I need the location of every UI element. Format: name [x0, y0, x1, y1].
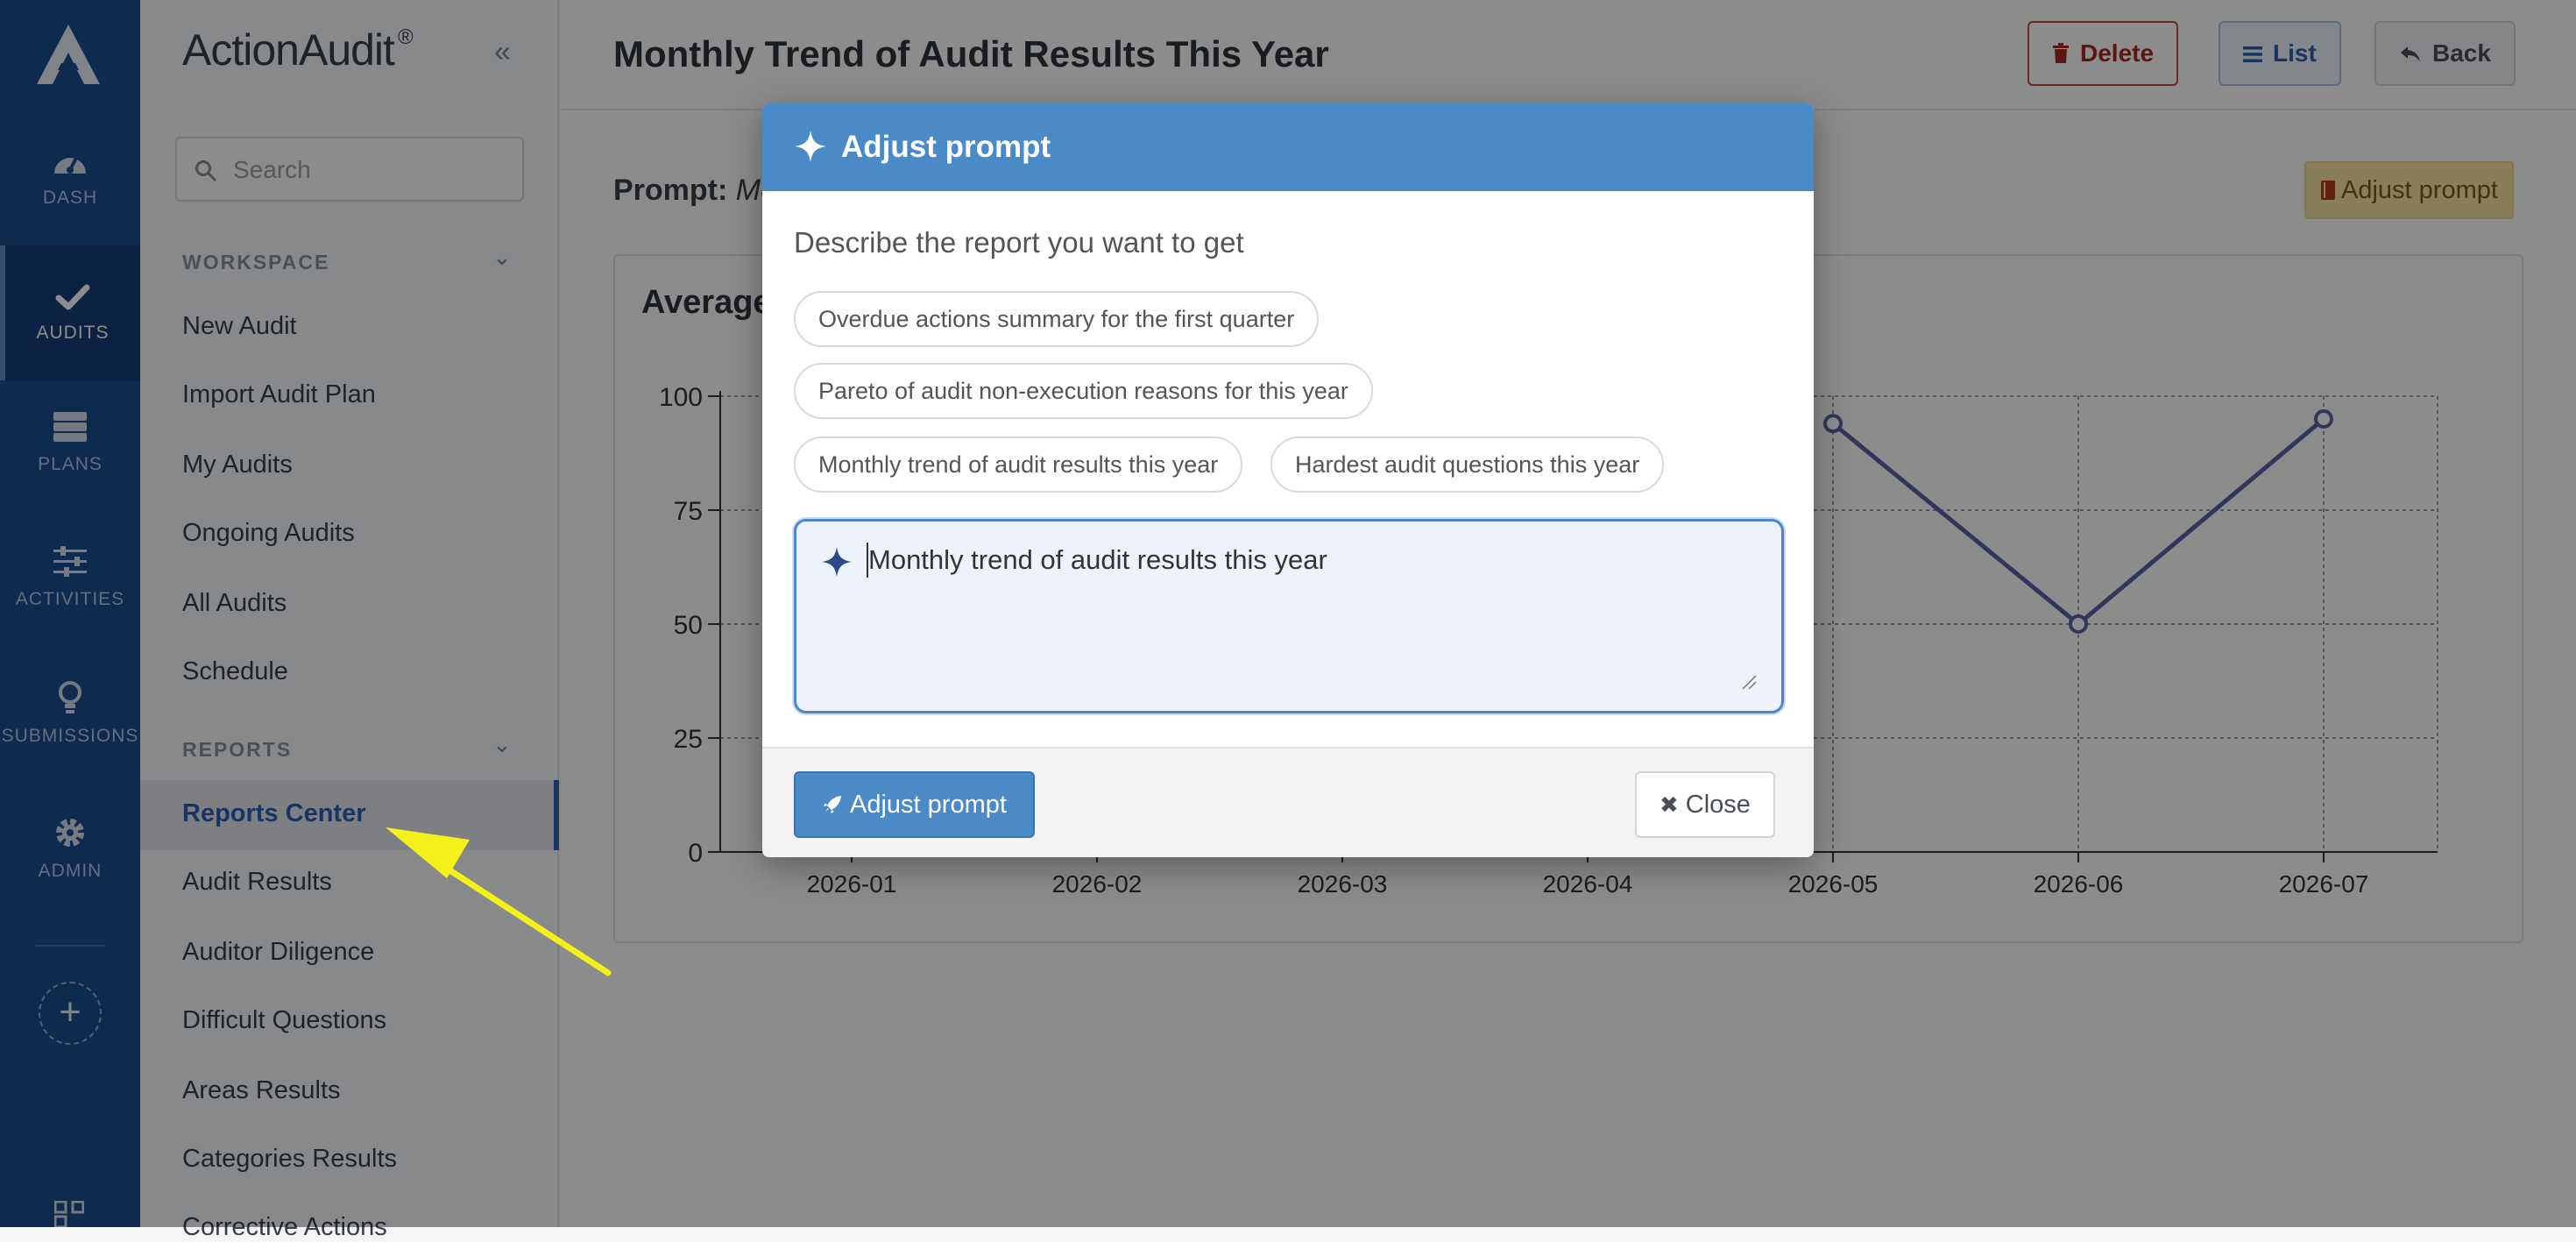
rocket-icon [824, 796, 841, 813]
close-icon: ✖ [1660, 791, 1679, 818]
prompt-textarea[interactable]: Monthly trend of audit results this year [794, 519, 1784, 713]
modal-description: Describe the report you want to get [794, 226, 1244, 259]
sparkle-icon [795, 131, 826, 162]
modal-header: Adjust prompt [762, 103, 1814, 191]
prompt-textarea-value: Monthly trend of audit results this year [868, 544, 1327, 575]
suggestion-chip[interactable]: Pareto of audit non-execution reasons fo… [794, 363, 1373, 419]
modal-footer: Adjust prompt ✖ Close [762, 747, 1814, 857]
adjust-prompt-modal: Adjust prompt Describe the report you wa… [762, 103, 1814, 857]
adjust-prompt-button[interactable]: Adjust prompt [794, 771, 1035, 838]
resize-handle-icon[interactable] [1741, 674, 1757, 690]
close-button[interactable]: ✖ Close [1635, 771, 1775, 838]
suggestion-chip[interactable]: Overdue actions summary for the first qu… [794, 291, 1320, 347]
sparkle-icon [821, 546, 853, 578]
suggestion-chip[interactable]: Monthly trend of audit results this year [794, 436, 1243, 493]
suggestion-chip[interactable]: Hardest audit questions this year [1270, 436, 1665, 493]
modal-title: Adjust prompt [841, 130, 1051, 164]
